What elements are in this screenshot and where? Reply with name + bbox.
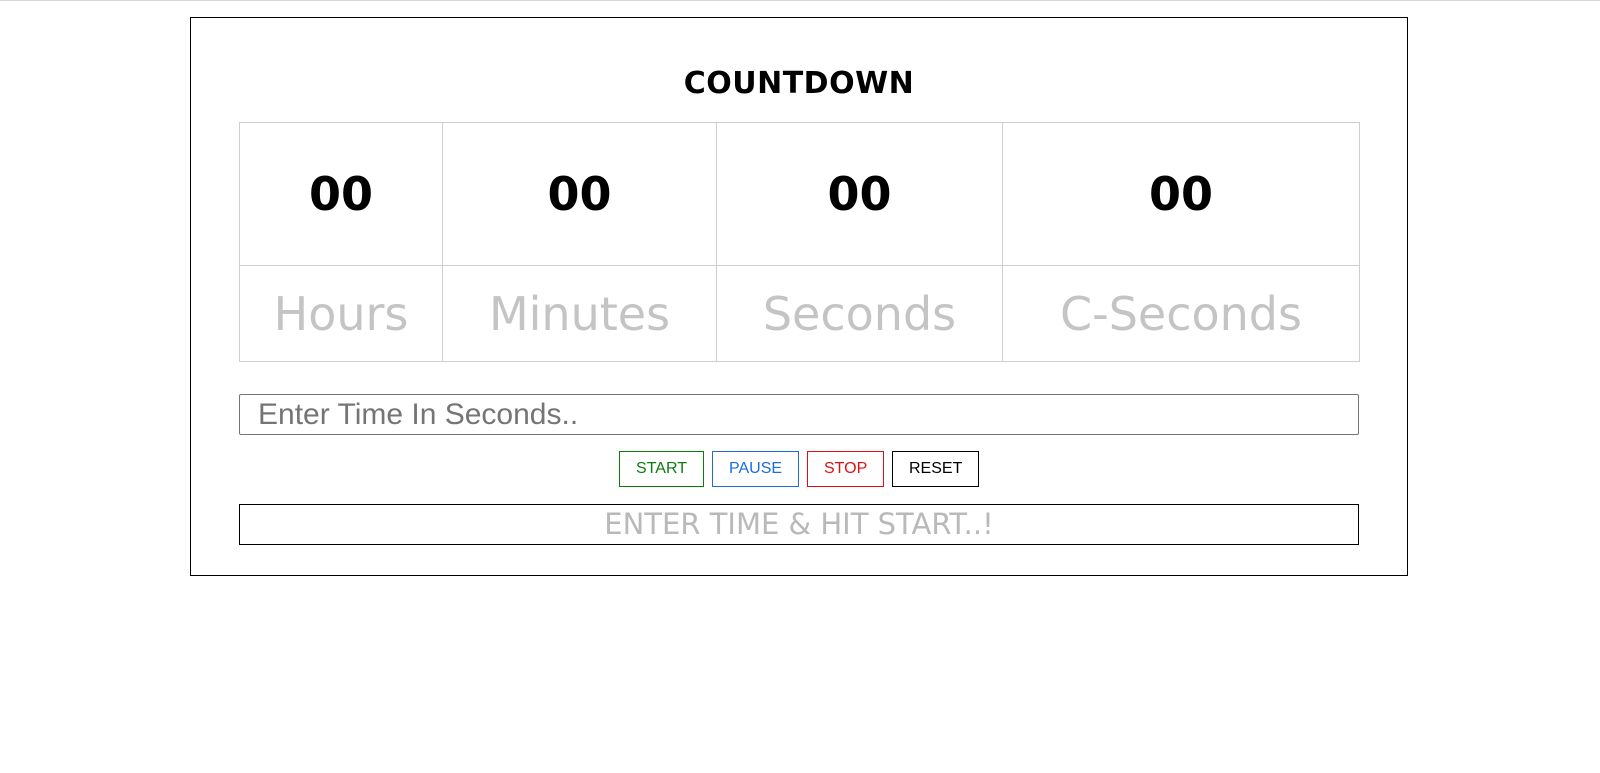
timer-values-row: 00 00 00 00 — [239, 122, 1360, 266]
pause-button[interactable]: PAUSE — [712, 451, 799, 487]
stop-button[interactable]: STOP — [807, 451, 884, 487]
centiseconds-label: C-Seconds — [1002, 265, 1360, 362]
top-divider — [0, 0, 1600, 1]
control-buttons: START PAUSE STOP RESET — [191, 451, 1407, 487]
start-button[interactable]: START — [619, 451, 704, 487]
countdown-panel: COUNTDOWN 00 00 00 00 Hours Minutes Seco… — [190, 17, 1408, 576]
time-seconds-input[interactable] — [239, 394, 1359, 435]
status-message: ENTER TIME & HIT START..! — [239, 504, 1359, 545]
minutes-label: Minutes — [442, 265, 717, 362]
timer-labels-row: Hours Minutes Seconds C-Seconds — [239, 265, 1360, 362]
page-title: COUNTDOWN — [683, 66, 915, 101]
seconds-label: Seconds — [716, 265, 1003, 362]
seconds-value: 00 — [716, 122, 1003, 266]
minutes-value: 00 — [442, 122, 717, 266]
hours-label: Hours — [239, 265, 443, 362]
centiseconds-value: 00 — [1002, 122, 1360, 266]
reset-button[interactable]: RESET — [892, 451, 979, 487]
timer-display: 00 00 00 00 Hours Minutes Seconds C-Seco… — [239, 122, 1360, 362]
hours-value: 00 — [239, 122, 443, 266]
